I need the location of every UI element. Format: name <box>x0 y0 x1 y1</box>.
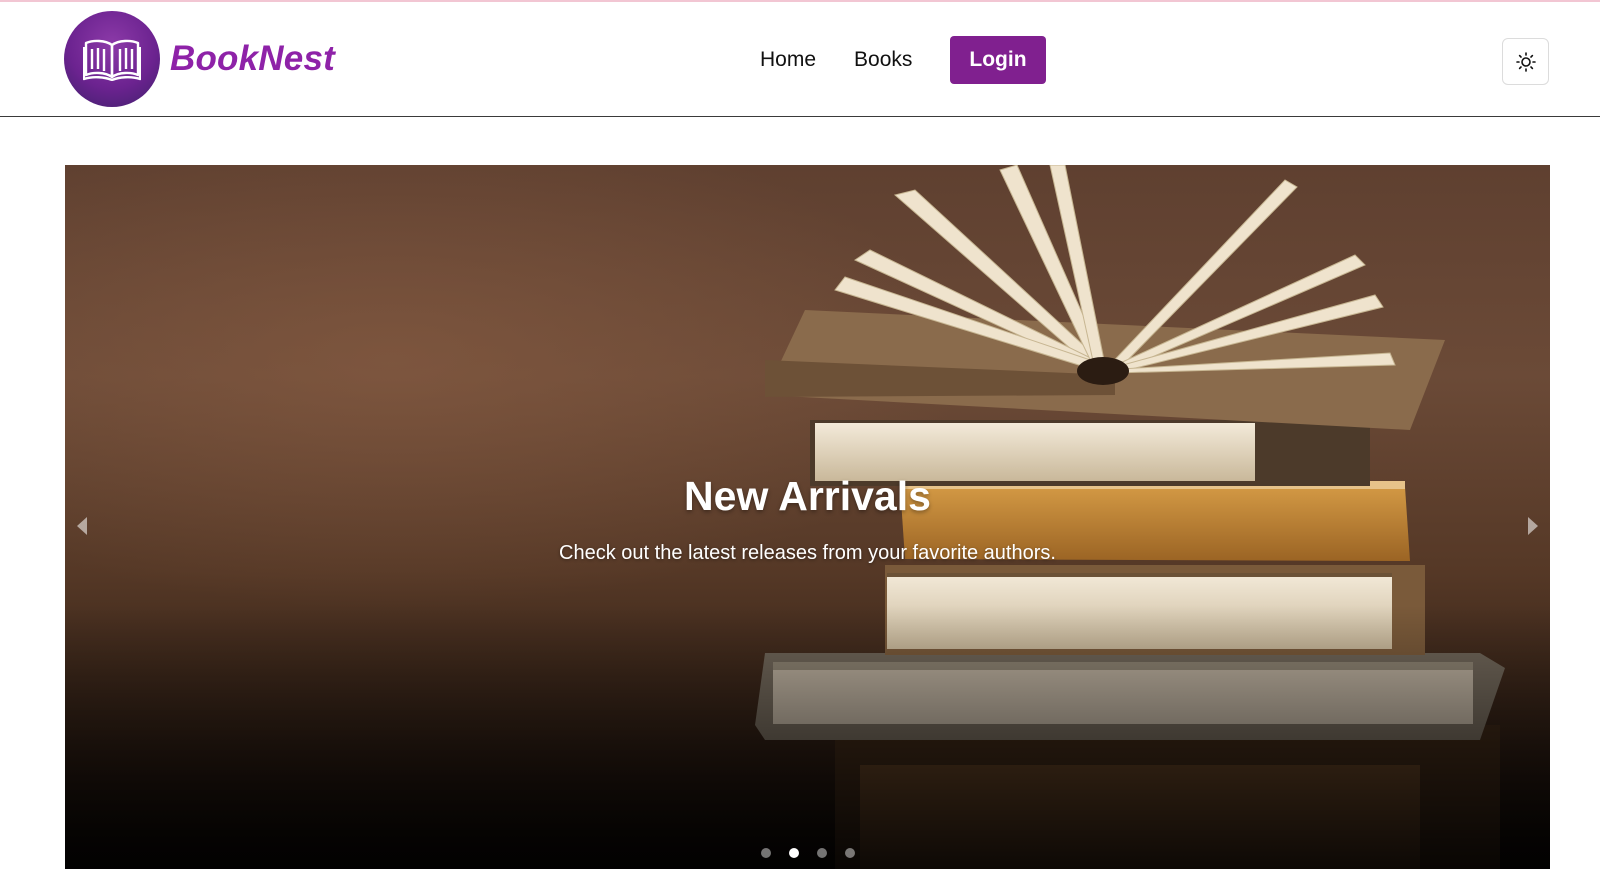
carousel-indicator-2[interactable] <box>788 848 799 858</box>
sun-icon <box>1515 51 1536 72</box>
open-book-icon <box>64 11 160 107</box>
chevron-left-icon <box>77 517 87 535</box>
nav-link-home[interactable]: Home <box>760 36 816 84</box>
carousel-caption: New Arrivals Check out the latest releas… <box>65 473 1550 565</box>
carousel-prev-button[interactable] <box>69 509 95 543</box>
navbar: BookNest Home Books Login <box>0 2 1600 117</box>
brand-name: BookNest <box>170 39 335 78</box>
slide-title: New Arrivals <box>684 473 931 519</box>
carousel-indicators <box>65 848 1550 858</box>
login-button[interactable]: Login <box>950 36 1046 84</box>
carousel-next-button[interactable] <box>1520 509 1546 543</box>
nav-link-books[interactable]: Books <box>854 36 912 84</box>
carousel-indicator-3[interactable] <box>816 848 827 858</box>
hero-carousel: New Arrivals Check out the latest releas… <box>65 165 1550 869</box>
carousel-indicator-4[interactable] <box>844 848 855 858</box>
brand[interactable]: BookNest <box>64 11 335 107</box>
carousel-indicator-1[interactable] <box>760 848 771 858</box>
theme-toggle-button[interactable] <box>1502 38 1549 85</box>
slide-text: Check out the latest releases from your … <box>559 542 1056 564</box>
chevron-right-icon <box>1528 517 1538 535</box>
main-nav: Home Books Login <box>760 36 1046 84</box>
